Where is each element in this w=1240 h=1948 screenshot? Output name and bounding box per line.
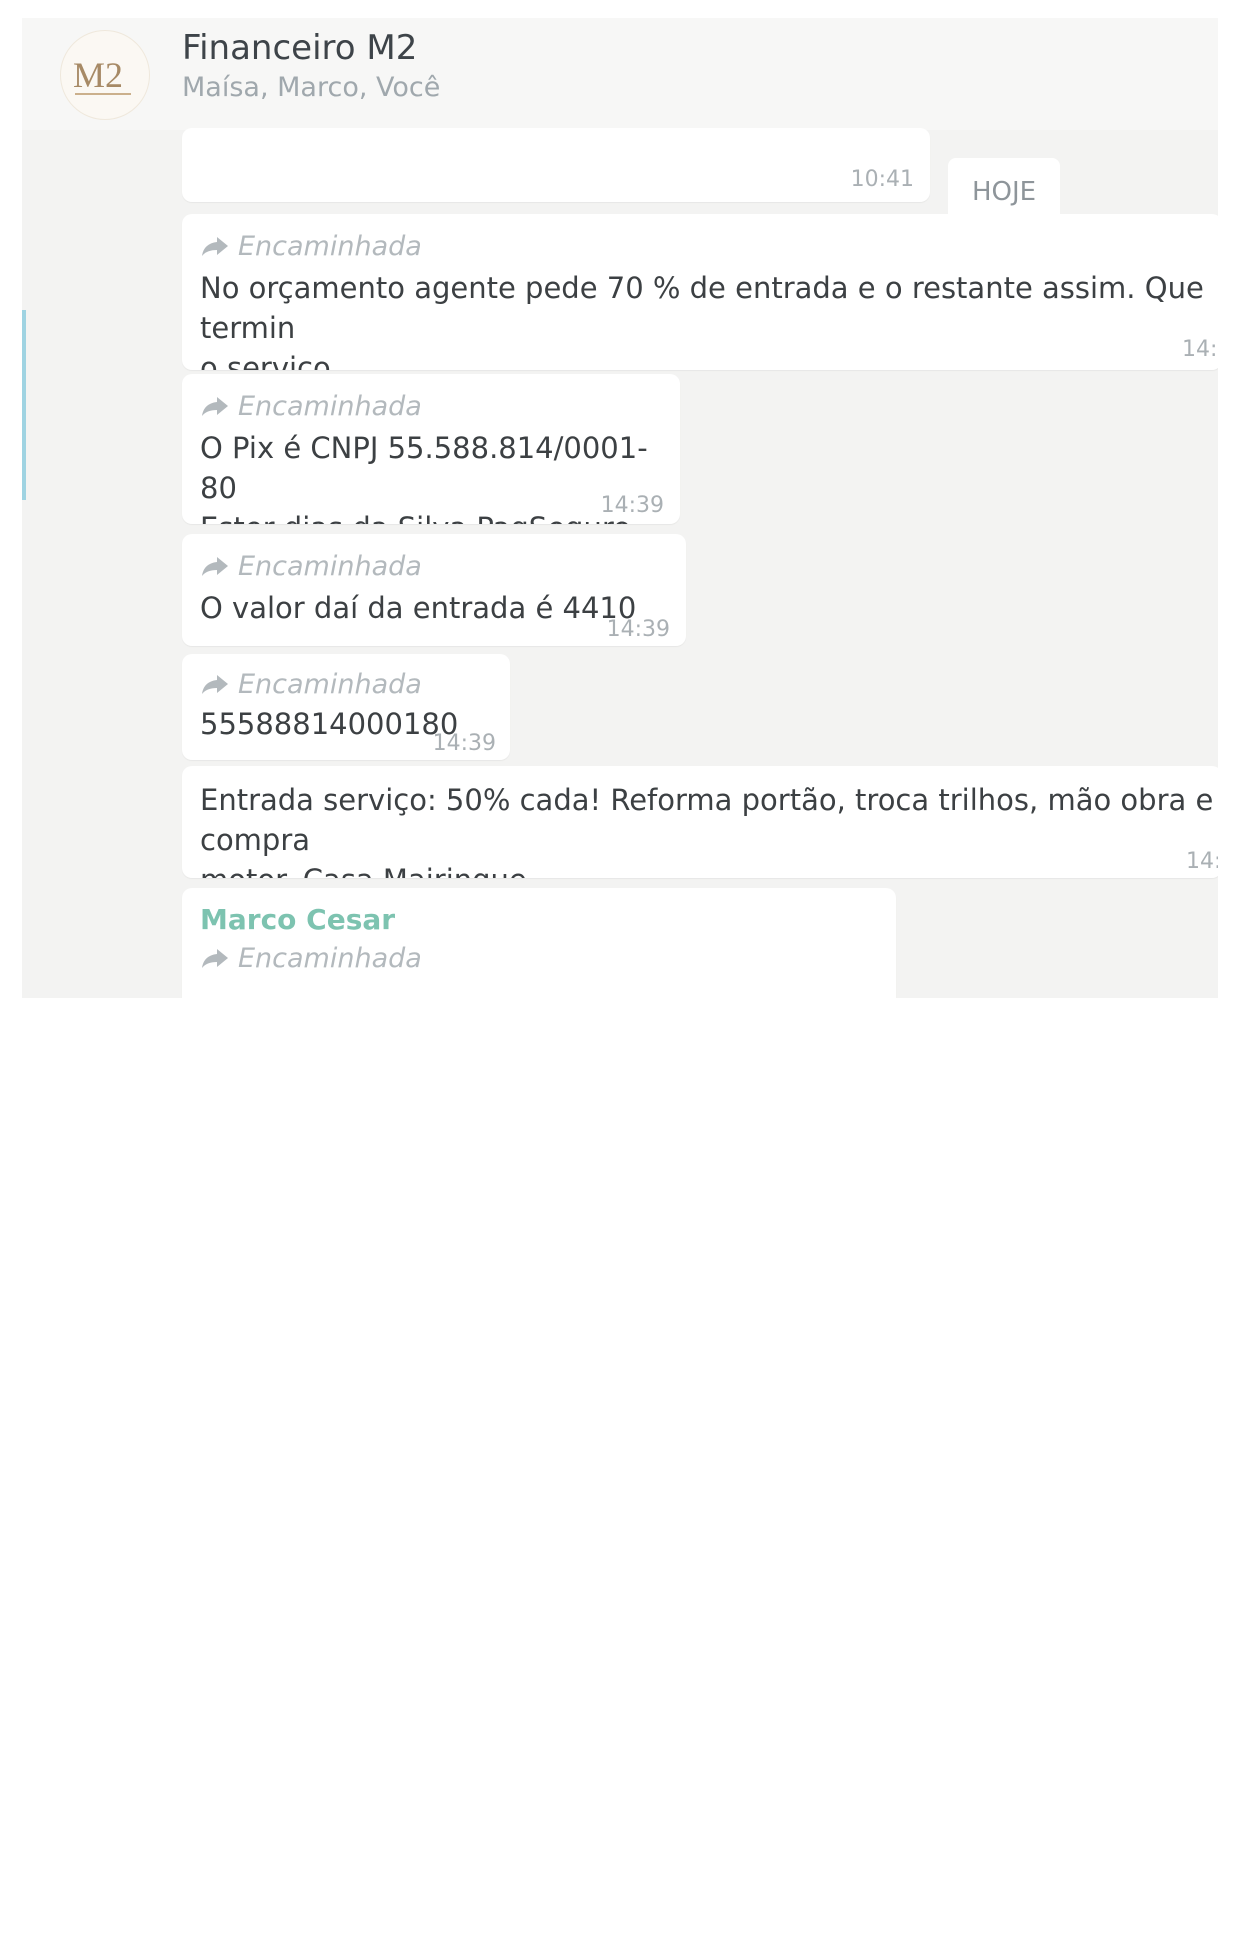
message-time: 14:39 xyxy=(600,493,664,518)
forwarded-indicator: Encaminhada xyxy=(200,388,680,424)
chat-window: M2 Financeiro M2 Maísa, Marco, Você 10:4… xyxy=(22,18,1218,998)
message-bubble[interactable]: Marco Cesar Encaminhada xyxy=(182,888,896,998)
forwarded-label: Encaminhada xyxy=(238,668,422,700)
forwarded-indicator: Encaminhada xyxy=(200,228,1218,264)
forwarded-indicator: Encaminhada xyxy=(200,666,510,702)
forwarded-label: Encaminhada xyxy=(238,942,422,974)
forward-arrow-icon xyxy=(202,237,228,256)
forward-arrow-icon xyxy=(202,949,228,968)
forward-arrow-icon xyxy=(202,675,228,694)
message-bubble[interactable]: Encaminhada No orçamento agente pede 70 … xyxy=(182,214,1218,370)
forwarded-label: Encaminhada xyxy=(238,550,422,582)
forwarded-indicator: Encaminhada xyxy=(200,940,896,976)
message-bubble[interactable]: Encaminhada 55588814000180 14:39 xyxy=(182,654,510,760)
message-time: 14:39 xyxy=(606,617,670,642)
forwarded-label: Encaminhada xyxy=(238,390,422,422)
message-bubble[interactable]: Encaminhada O valor daí da entrada é 441… xyxy=(182,534,686,646)
forward-arrow-icon xyxy=(202,557,228,576)
message-bubble[interactable]: 10:41 xyxy=(182,128,930,202)
forwarded-indicator: Encaminhada xyxy=(200,548,686,584)
message-text: No orçamento agente pede 70 % de entrada… xyxy=(200,271,1204,370)
message-time: 14:39 xyxy=(432,731,496,756)
message-bubble[interactable]: Entrada serviço: 50% cada! Reforma portã… xyxy=(182,766,1218,878)
message-time: 14: xyxy=(1182,337,1218,362)
message-list[interactable]: 10:41 HOJE Encaminhada No orçamento agen… xyxy=(22,18,1218,998)
forward-arrow-icon xyxy=(202,397,228,416)
message-time: 14:4 xyxy=(1186,849,1218,874)
sender-name[interactable]: Marco Cesar xyxy=(200,900,896,940)
message-time: 10:41 xyxy=(850,167,914,192)
forwarded-label: Encaminhada xyxy=(238,230,422,262)
message-bubble[interactable]: Encaminhada O Pix é CNPJ 55.588.814/0001… xyxy=(182,374,680,524)
message-text: Entrada serviço: 50% cada! Reforma portã… xyxy=(200,783,1214,878)
